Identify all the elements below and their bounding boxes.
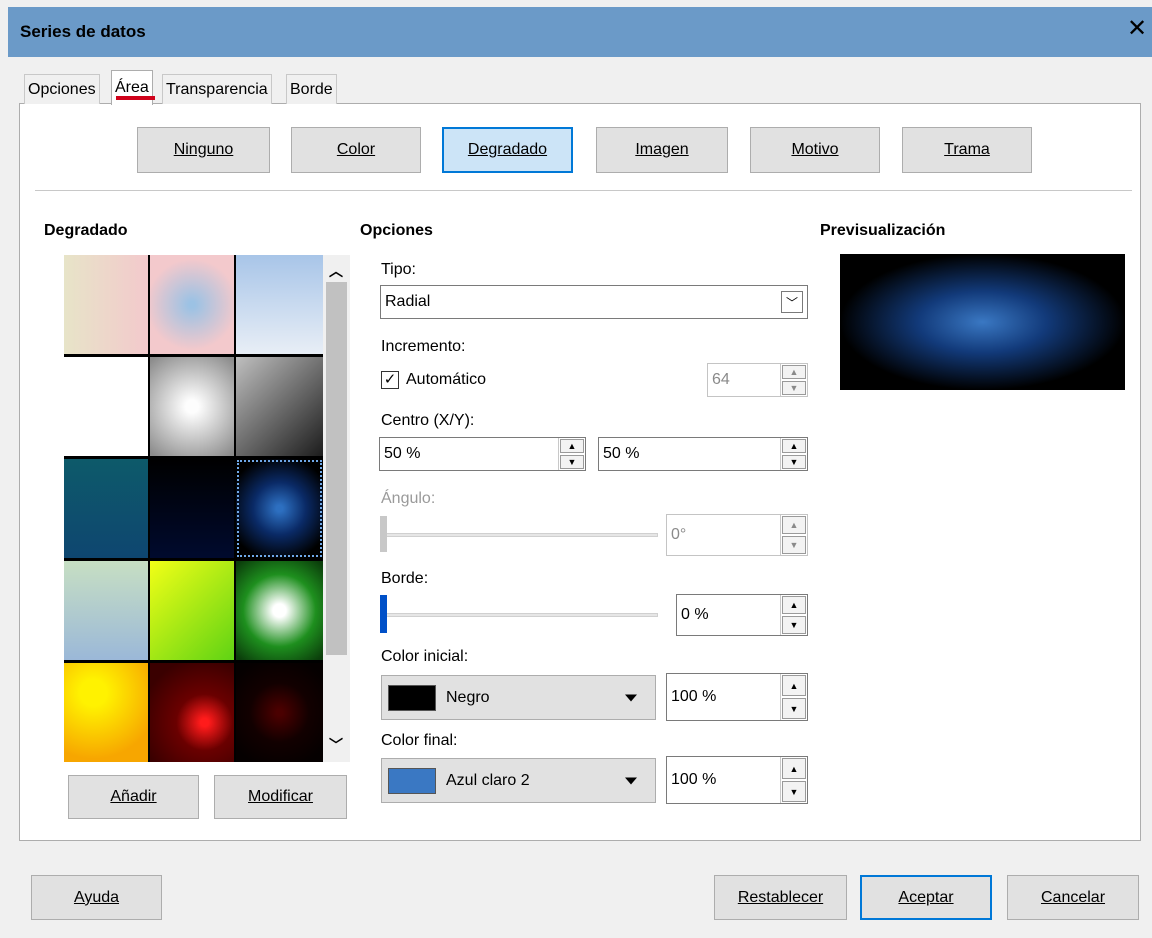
color-final-label: Color final: (381, 732, 458, 749)
trama-button[interactable]: Trama (902, 127, 1032, 173)
gradient-preset[interactable] (64, 663, 148, 762)
gradient-preset-selected[interactable] (236, 459, 323, 558)
scrollbar-thumb[interactable] (326, 282, 347, 655)
active-tab-indicator (116, 96, 155, 100)
chevron-down-icon[interactable]: ﹀ (781, 291, 803, 313)
degradado-button[interactable]: Degradado (442, 127, 573, 173)
color-inicial-name: Negro (446, 688, 490, 706)
tipo-value: Radial (385, 293, 431, 310)
incremento-label: Incremento: (381, 338, 466, 355)
gradient-preset[interactable] (236, 663, 323, 762)
scroll-down-icon[interactable]: ﹀ (329, 735, 343, 755)
automatico-label: Automático (406, 371, 487, 388)
tipo-select[interactable]: Radial ﹀ (380, 285, 808, 319)
angulo-label: Ángulo: (381, 490, 436, 507)
color-inicial-pct: 100 % (671, 688, 717, 705)
ninguno-button[interactable]: Ninguno (137, 127, 270, 173)
tab-opciones[interactable]: Opciones (24, 74, 100, 104)
color-final-pct-stepper[interactable]: 100 % ▲ ▼ (666, 756, 808, 804)
borde-slider-track[interactable] (386, 613, 658, 617)
gradient-preset[interactable] (64, 357, 148, 456)
gradient-preset[interactable] (236, 561, 323, 660)
gradient-preset[interactable] (150, 357, 234, 456)
window-title: Series de datos (20, 22, 146, 41)
color-inicial-swatch (388, 684, 436, 711)
centro-x-value: 50 % (384, 445, 421, 462)
incremento-stepper: 64 ▲ ▼ (707, 363, 808, 397)
gradient-preset[interactable] (64, 255, 148, 354)
add-button[interactable]: Añadir (68, 775, 199, 819)
title-bar (8, 7, 1152, 57)
preview-heading: Previsualización (820, 222, 946, 239)
centro-y-stepper[interactable]: 50 % ▲ ▼ (598, 437, 808, 471)
borde-stepper[interactable]: 0 % ▲ ▼ (676, 594, 808, 636)
color-final-name: Azul claro 2 (446, 771, 530, 789)
gradient-preset[interactable] (150, 663, 234, 762)
tab-borde[interactable]: Borde (286, 74, 337, 104)
help-button[interactable]: Ayuda (31, 875, 162, 920)
borde-label: Borde: (381, 570, 429, 587)
dropdown-arrow-icon (625, 777, 637, 784)
gradient-preset[interactable] (64, 561, 148, 660)
gradient-preview (840, 254, 1125, 390)
centro-y-value: 50 % (603, 445, 640, 462)
borde-slider-handle[interactable] (380, 595, 387, 633)
tab-transparencia[interactable]: Transparencia (162, 74, 272, 104)
incremento-value: 64 (712, 371, 730, 388)
cancel-button[interactable]: Cancelar (1007, 875, 1139, 920)
gradient-preset[interactable] (150, 561, 234, 660)
color-final-swatch (388, 767, 436, 794)
color-inicial-label: Color inicial: (381, 648, 469, 665)
gradient-heading: Degradado (44, 222, 128, 239)
gradient-preset[interactable] (150, 255, 234, 354)
reset-button[interactable]: Restablecer (714, 875, 847, 920)
color-inicial-dropdown[interactable]: Negro (381, 675, 656, 720)
gradient-preset[interactable] (236, 255, 323, 354)
gradient-preset[interactable] (64, 459, 148, 558)
color-inicial-pct-stepper[interactable]: 100 % ▲ ▼ (666, 673, 808, 721)
angulo-stepper: 0° ▲ ▼ (666, 514, 808, 556)
gradient-preset[interactable] (150, 459, 234, 558)
centro-x-stepper[interactable]: 50 % ▲ ▼ (379, 437, 586, 471)
separator (35, 190, 1132, 191)
gradient-presets-grid (64, 255, 323, 762)
angulo-value: 0° (671, 526, 687, 543)
borde-value: 0 % (681, 606, 709, 623)
ok-button[interactable]: Aceptar (860, 875, 992, 920)
gradient-preset[interactable] (236, 357, 323, 456)
close-icon[interactable]: ✕ (1126, 14, 1148, 44)
color-final-dropdown[interactable]: Azul claro 2 (381, 758, 656, 803)
centro-label: Centro (X/Y): (381, 412, 475, 429)
options-heading: Opciones (360, 222, 433, 239)
dropdown-arrow-icon (625, 694, 637, 701)
color-button[interactable]: Color (291, 127, 421, 173)
angulo-slider-track (386, 533, 658, 537)
color-final-pct: 100 % (671, 771, 717, 788)
angulo-slider-handle (380, 516, 387, 552)
scroll-up-icon[interactable]: ︿ (329, 261, 343, 281)
tipo-label: Tipo: (381, 261, 416, 278)
modify-button[interactable]: Modificar (214, 775, 347, 819)
motivo-button[interactable]: Motivo (750, 127, 880, 173)
automatico-checkbox[interactable]: ✓ (381, 371, 399, 389)
imagen-button[interactable]: Imagen (596, 127, 728, 173)
